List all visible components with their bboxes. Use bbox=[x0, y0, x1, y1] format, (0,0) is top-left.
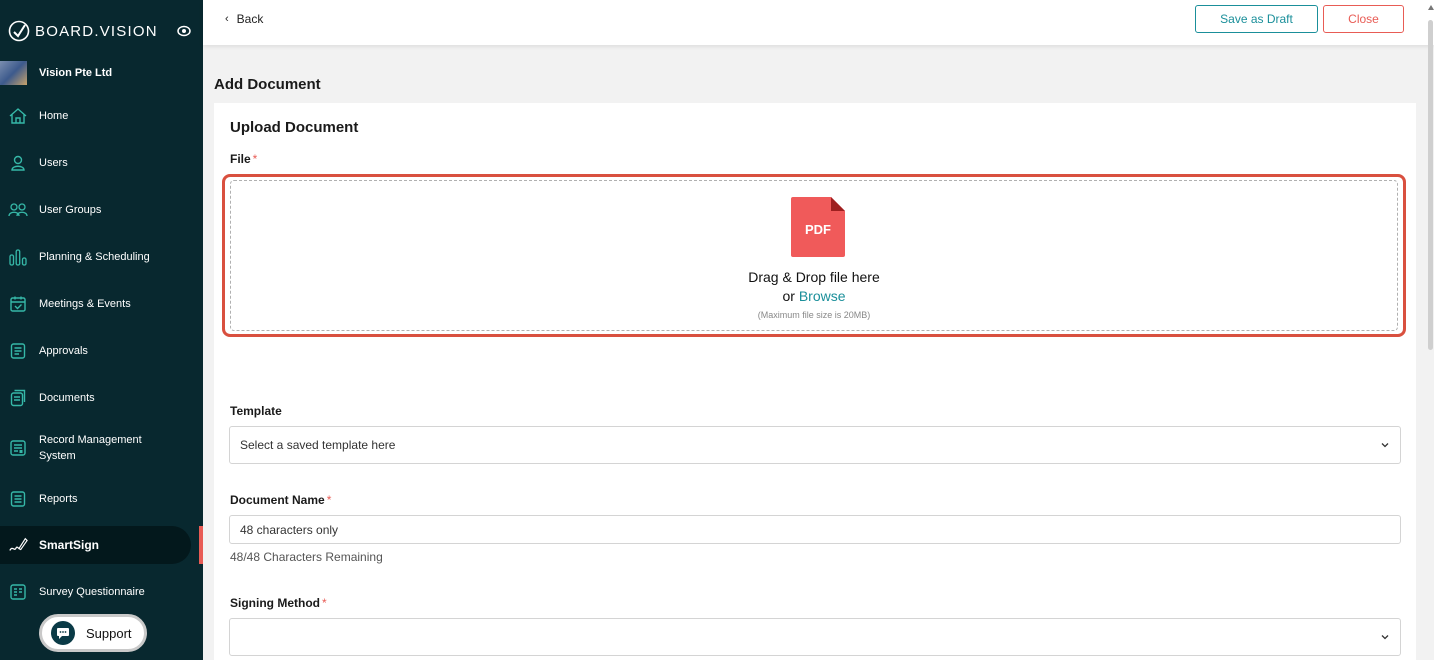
required-marker: * bbox=[326, 493, 332, 507]
chat-icon bbox=[51, 621, 75, 645]
planning-icon bbox=[8, 247, 28, 267]
max-file-size-hint: (Maximum file size is 20MB) bbox=[757, 310, 871, 320]
sidebar: BOARD.VISION Vision Pte Ltd Home Users U… bbox=[0, 0, 203, 660]
eye-toggle-icon[interactable] bbox=[177, 25, 191, 37]
sidebar-item-reports[interactable]: Reports bbox=[0, 489, 200, 509]
template-select[interactable]: Select a saved template here bbox=[229, 426, 1401, 464]
documents-icon bbox=[8, 388, 28, 408]
sidebar-item-smartsign[interactable]: SmartSign bbox=[0, 526, 191, 564]
chevron-down-icon bbox=[1381, 635, 1389, 640]
sidebar-item-label: Record Management bbox=[39, 434, 142, 446]
signing-method-select[interactable] bbox=[229, 618, 1401, 656]
scroll-up-arrow-icon[interactable] bbox=[1428, 4, 1434, 12]
survey-icon bbox=[8, 582, 28, 602]
smartsign-icon bbox=[8, 535, 28, 555]
file-label: File * bbox=[230, 152, 258, 166]
chevron-left-icon: ‹ bbox=[225, 13, 229, 25]
organization-name: Vision Pte Ltd bbox=[39, 67, 113, 79]
sidebar-item-planning-scheduling[interactable]: Planning & Scheduling bbox=[0, 247, 200, 267]
user-group-icon bbox=[8, 200, 28, 220]
sidebar-item-documents[interactable]: Documents bbox=[0, 388, 200, 408]
document-name-label: Document Name * bbox=[230, 493, 332, 507]
browse-line: or Browse bbox=[231, 288, 1397, 304]
support-label: Support bbox=[86, 625, 132, 641]
save-as-draft-button[interactable]: Save as Draft bbox=[1195, 5, 1318, 33]
chevron-down-icon bbox=[1381, 443, 1389, 448]
template-label: Template bbox=[230, 404, 282, 418]
browse-link[interactable]: Browse bbox=[799, 288, 846, 304]
organization-avatar bbox=[0, 61, 27, 85]
back-label: Back bbox=[236, 12, 264, 26]
sidebar-item-home[interactable]: Home bbox=[0, 106, 200, 126]
sidebar-item-meetings-events[interactable]: Meetings & Events bbox=[0, 294, 200, 314]
active-indicator bbox=[199, 526, 203, 564]
signing-method-label: Signing Method * bbox=[230, 596, 327, 610]
brand[interactable]: BOARD.VISION bbox=[8, 20, 158, 42]
template-select-value: Select a saved template here bbox=[240, 438, 396, 452]
sidebar-item-users[interactable]: Users bbox=[0, 153, 200, 173]
page-scrollbar[interactable] bbox=[1428, 20, 1433, 350]
support-button[interactable]: Support bbox=[39, 614, 147, 652]
characters-remaining: 48/48 Characters Remaining bbox=[230, 550, 383, 564]
pdf-label: PDF bbox=[805, 222, 831, 237]
dropzone-dashed-border: PDF Drag & Drop file here or Browse (Max… bbox=[230, 180, 1398, 331]
page-title: Add Document bbox=[214, 76, 321, 93]
close-button[interactable]: Close bbox=[1323, 5, 1404, 33]
upload-document-card: Upload Document File * PDF Drag & Drop fi… bbox=[214, 103, 1416, 660]
top-bar: ‹ Back Save as Draft Close bbox=[203, 0, 1434, 45]
board-vision-logo-icon bbox=[8, 20, 30, 42]
organization-switcher[interactable]: Vision Pte Ltd bbox=[0, 61, 112, 85]
sidebar-item-survey-questionnaire[interactable]: Survey Questionnaire bbox=[0, 582, 200, 602]
or-text: or bbox=[782, 288, 795, 304]
user-icon bbox=[8, 153, 28, 173]
reports-icon bbox=[8, 489, 28, 509]
file-dropzone[interactable]: PDF Drag & Drop file here or Browse (Max… bbox=[222, 174, 1406, 337]
required-marker: * bbox=[321, 596, 327, 610]
drop-text: Drag & Drop file here bbox=[748, 269, 880, 285]
brand-name: BOARD.VISION bbox=[35, 22, 158, 40]
record-management-icon bbox=[8, 438, 28, 458]
back-link[interactable]: ‹ Back bbox=[225, 12, 263, 26]
approvals-icon bbox=[8, 341, 28, 361]
calendar-icon bbox=[8, 294, 28, 314]
sidebar-item-approvals[interactable]: Approvals bbox=[0, 341, 200, 361]
document-name-input[interactable]: 48 characters only bbox=[229, 515, 1401, 544]
sidebar-item-label-line2: System bbox=[39, 450, 76, 462]
sidebar-item-record-management-system[interactable]: Record Management System bbox=[0, 431, 200, 465]
home-icon bbox=[8, 106, 28, 126]
required-marker: * bbox=[252, 152, 258, 166]
pdf-file-icon: PDF bbox=[791, 197, 845, 257]
sidebar-item-user-groups[interactable]: User Groups bbox=[0, 200, 200, 220]
section-title: Upload Document bbox=[230, 119, 359, 136]
